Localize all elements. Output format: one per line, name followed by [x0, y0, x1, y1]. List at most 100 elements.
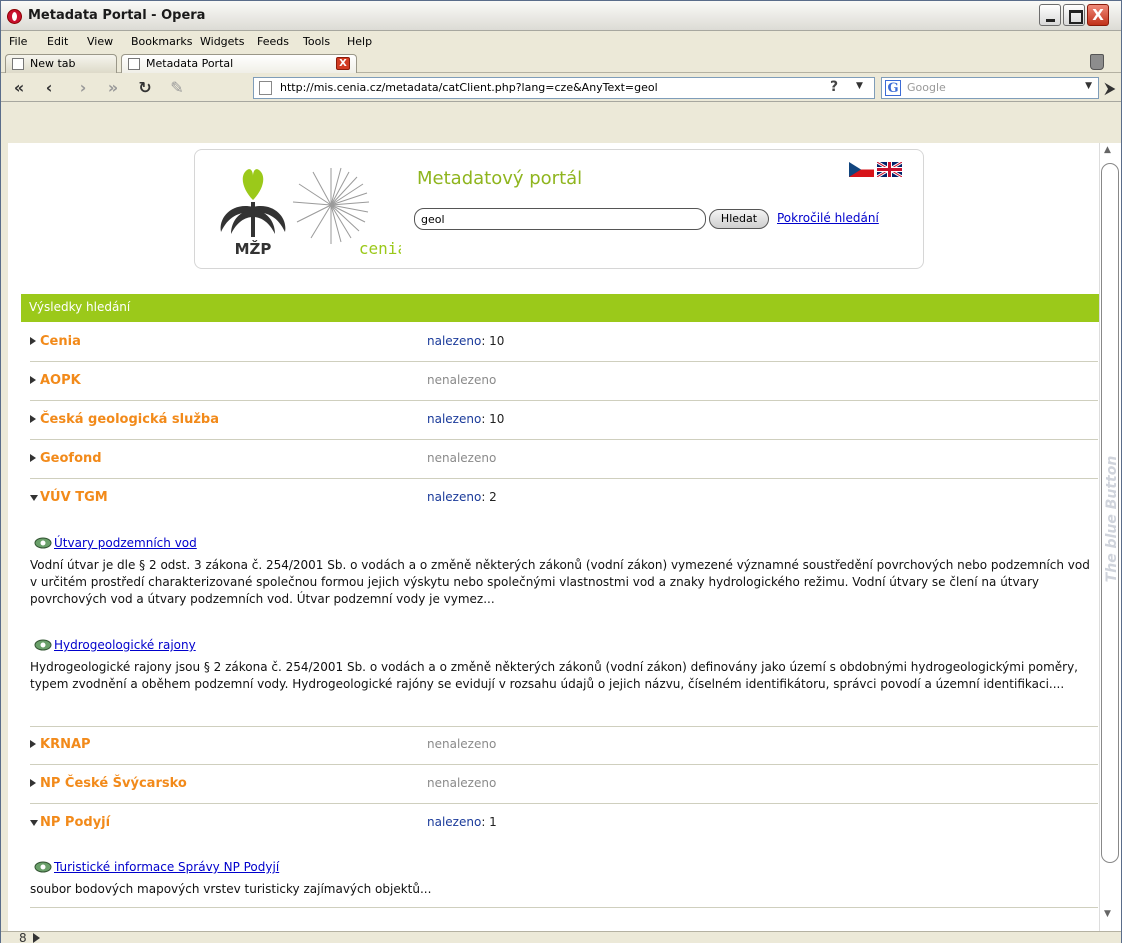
record-link[interactable]: Hydrogeologické rajony: [54, 638, 196, 652]
reload-icon[interactable]: ↻: [135, 78, 155, 98]
tab-new-tab[interactable]: New tab: [5, 54, 117, 73]
provider-row[interactable]: VÚV TGM nalezeno: 2: [30, 480, 1098, 518]
czech-flag-icon[interactable]: [849, 162, 874, 177]
provider-status: nenalezeno: [427, 776, 497, 790]
menu-file[interactable]: File: [9, 35, 27, 48]
scroll-down-icon[interactable]: ▼: [1104, 909, 1111, 919]
search-engine-field[interactable]: G Google ▼: [881, 77, 1099, 99]
expand-arrow-icon[interactable]: [30, 454, 36, 462]
menu-tools[interactable]: Tools: [303, 35, 330, 48]
record-item: Turistické informace Správy NP Podyjí so…: [30, 859, 1098, 898]
advanced-search-link[interactable]: Pokročilé hledání: [777, 211, 879, 225]
trash-icon[interactable]: [1090, 54, 1104, 70]
expand-arrow-icon[interactable]: [30, 376, 36, 384]
menu-edit[interactable]: Edit: [47, 35, 68, 48]
results-header: Výsledky hledání: [21, 294, 1099, 322]
tab-label: Metadata Portal: [146, 57, 234, 70]
provider-name[interactable]: KRNAP: [40, 737, 91, 752]
search-placeholder: Google: [907, 81, 946, 94]
menu-feeds[interactable]: Feeds: [257, 35, 289, 48]
cenia-logo-text: cenia: [359, 239, 401, 258]
provider-name[interactable]: NP České Švýcarsko: [40, 776, 187, 791]
chevron-down-icon[interactable]: ▼: [1085, 81, 1092, 91]
menu-view[interactable]: View: [87, 35, 113, 48]
english-flag-icon[interactable]: [877, 162, 902, 177]
browser-window: Metadata Portal - Opera X File Edit View…: [0, 0, 1122, 945]
found-count: : 10: [481, 334, 505, 348]
rewind-icon[interactable]: «: [9, 78, 29, 98]
chevron-down-icon[interactable]: ▼: [856, 81, 863, 91]
maximize-button[interactable]: [1063, 4, 1085, 26]
provider-name[interactable]: Cenia: [40, 334, 81, 349]
blue-button-sidebar[interactable]: ▲ The blue Button ▼: [1099, 143, 1121, 931]
collapse-arrow-icon[interactable]: [30, 495, 38, 501]
status-bar: 8: [1, 931, 1121, 945]
edit-icon[interactable]: ✎: [167, 78, 187, 98]
close-tab-icon[interactable]: X: [336, 57, 350, 70]
provider-name[interactable]: Česká geologická služba: [40, 412, 219, 427]
expand-arrow-icon[interactable]: [30, 779, 36, 787]
help-icon[interactable]: ?: [824, 79, 844, 97]
provider-row[interactable]: Geofond nenalezeno: [30, 441, 1098, 479]
provider-status: nenalezeno: [427, 451, 497, 465]
found-label: nalezeno: [427, 412, 482, 426]
provider-name[interactable]: Geofond: [40, 451, 102, 466]
provider-row[interactable]: NP Podyjí nalezeno: 1: [30, 805, 1098, 843]
provider-status: nalezeno: 10: [427, 412, 504, 426]
title-bar: Metadata Portal - Opera X: [1, 1, 1121, 31]
window-title: Metadata Portal - Opera: [28, 8, 206, 23]
collapse-arrow-icon[interactable]: [30, 820, 38, 826]
record-description: Vodní útvar je dle § 2 odst. 3 zákona č.…: [30, 558, 1090, 606]
provider-status: nenalezeno: [427, 737, 497, 751]
provider-status: nalezeno: 10: [427, 334, 504, 348]
google-icon[interactable]: G: [885, 80, 901, 96]
record-item: Útvary podzemních vod Vodní útvar je dle…: [30, 535, 1098, 608]
close-window-button[interactable]: X: [1087, 4, 1109, 26]
record-link[interactable]: Útvary podzemních vod: [54, 536, 197, 550]
expand-arrow-icon[interactable]: [30, 415, 36, 423]
search-input[interactable]: [414, 208, 706, 230]
forward-icon[interactable]: ›: [73, 78, 93, 98]
language-flags: [849, 162, 905, 178]
cenia-logo: cenia: [292, 167, 401, 258]
metadata-eye-icon: [34, 861, 52, 873]
found-label: nalezeno: [427, 334, 482, 348]
provider-row[interactable]: AOPK nenalezeno: [30, 363, 1098, 401]
found-label: nalezeno: [427, 815, 482, 829]
address-bar[interactable]: http://mis.cenia.cz/metadata/catClient.p…: [253, 77, 875, 99]
provider-status: nalezeno: 1: [427, 815, 497, 829]
search-button[interactable]: Hledat: [709, 209, 769, 229]
record-link[interactable]: Turistické informace Správy NP Podyjí: [54, 860, 279, 874]
expand-arrow-icon[interactable]: [30, 337, 36, 345]
tab-metadata-portal[interactable]: Metadata Portal X: [121, 54, 357, 73]
expand-arrow-icon[interactable]: [30, 740, 36, 748]
go-icon[interactable]: ⮞: [1105, 81, 1115, 97]
address-text[interactable]: http://mis.cenia.cz/metadata/catClient.p…: [280, 81, 658, 94]
opera-logo-icon: [7, 9, 22, 24]
menu-bar: File Edit View Bookmarks Widgets Feeds T…: [1, 32, 1121, 51]
mzp-logo-text: MŽP: [235, 239, 272, 257]
provider-name[interactable]: VÚV TGM: [40, 490, 108, 505]
portal-header: MŽP cenia Metadatový portál: [194, 149, 924, 269]
scroll-up-icon[interactable]: ▲: [1104, 145, 1111, 155]
provider-name[interactable]: AOPK: [40, 373, 81, 388]
found-count: : 2: [481, 490, 497, 504]
back-icon[interactable]: ‹: [39, 78, 59, 98]
provider-row[interactable]: Česká geologická služba nalezeno: 10: [30, 402, 1098, 440]
menu-bookmarks[interactable]: Bookmarks: [131, 35, 192, 48]
play-icon[interactable]: [33, 933, 40, 943]
metadata-eye-icon: [34, 537, 52, 549]
menu-help[interactable]: Help: [347, 35, 372, 48]
close-icon: X: [1092, 6, 1104, 24]
portal-title: Metadatový portál: [417, 168, 583, 189]
found-label: nalezeno: [427, 490, 482, 504]
provider-name[interactable]: NP Podyjí: [40, 815, 110, 830]
menu-widgets[interactable]: Widgets: [200, 35, 244, 48]
minimize-button[interactable]: [1039, 4, 1061, 26]
mzp-logo: MŽP: [220, 169, 286, 257]
fast-forward-icon[interactable]: »: [103, 78, 123, 98]
provider-row[interactable]: Cenia nalezeno: 10: [30, 324, 1098, 362]
provider-row[interactable]: NP České Švýcarsko nenalezeno: [30, 766, 1098, 804]
provider-row[interactable]: KRNAP nenalezeno: [30, 727, 1098, 765]
found-count: : 10: [481, 412, 505, 426]
